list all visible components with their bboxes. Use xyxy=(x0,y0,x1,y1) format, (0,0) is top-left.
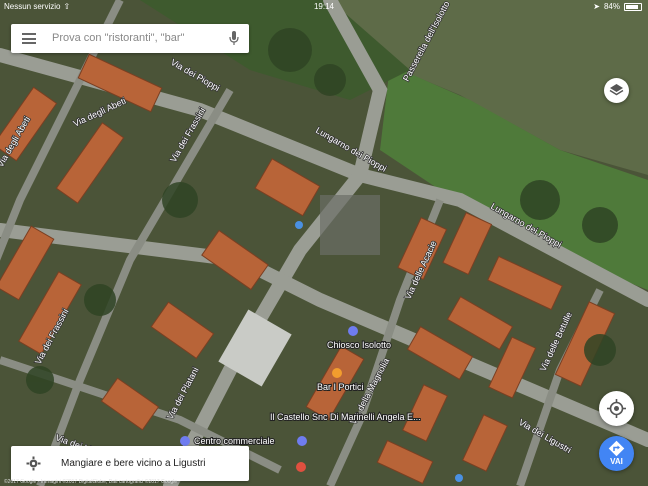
cocktail-icon xyxy=(332,368,342,378)
battery-percent: 84% xyxy=(603,2,620,11)
hamburger-menu-icon[interactable] xyxy=(22,33,36,44)
layers-icon xyxy=(609,84,624,96)
explore-label: Mangiare e bere vicino a Ligustri xyxy=(61,458,206,469)
satellite-map[interactable]: Lungarno dei Pioppi Lungarno dei Pioppi … xyxy=(0,0,648,486)
poi-label: Chiosco Isolotto xyxy=(327,340,391,350)
search-bar[interactable]: Prova con "ristoranti", "bar" xyxy=(11,24,249,53)
go-label: VAI xyxy=(610,457,623,466)
poi-label: Bar I Portici xyxy=(317,382,364,392)
shop-icon[interactable] xyxy=(296,462,306,472)
layers-button[interactable] xyxy=(604,78,629,103)
explore-nearby-sheet[interactable]: Mangiare e bere vicino a Ligustri xyxy=(11,446,249,481)
battery-icon xyxy=(624,3,642,11)
shopping-bag-icon xyxy=(348,326,358,336)
bus-stop-icon[interactable] xyxy=(455,474,463,482)
bus-stop-icon[interactable] xyxy=(295,221,303,229)
explore-icon xyxy=(26,456,41,471)
shopping-bag-icon xyxy=(180,436,190,446)
map-attribution: ©2017 Google · Immagini ©2017 DigitalGlo… xyxy=(4,479,178,485)
status-bar: Nessun servizio ⇧ 19:14 ➤ 84% xyxy=(0,0,648,14)
crosshair-icon xyxy=(607,399,626,418)
shopping-bag-icon xyxy=(297,436,307,446)
directions-go-button[interactable]: VAI xyxy=(599,436,634,471)
status-time: 19:14 xyxy=(313,2,335,11)
poi-centro-commerciale[interactable]: Centro commerciale xyxy=(180,435,276,447)
search-input[interactable]: Prova con "ristoranti", "bar" xyxy=(52,24,184,53)
my-location-button[interactable] xyxy=(599,391,634,426)
location-arrow-icon: ➤ xyxy=(593,2,600,11)
poi-label: Il Castello Snc Di Marinelli Angela E... xyxy=(270,412,421,422)
microphone-icon[interactable] xyxy=(229,31,239,46)
poi-label: Centro commerciale xyxy=(194,436,275,446)
